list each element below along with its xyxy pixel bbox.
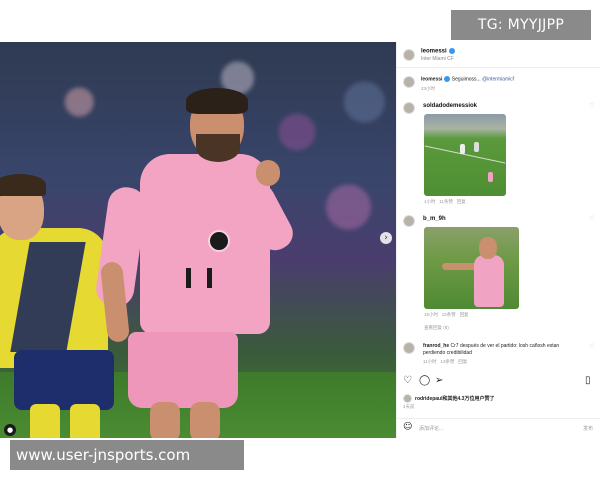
pitch-line <box>424 145 506 164</box>
send-icon[interactable]: ➢ <box>435 375 443 386</box>
post-header: leomessi Inter Miami CF <box>397 42 600 68</box>
post-time: 4天前 <box>403 404 415 409</box>
opponent-sock <box>30 404 60 438</box>
player-leg <box>190 402 220 438</box>
comment-avatar[interactable] <box>403 102 415 114</box>
comment-username[interactable]: b_m_9h <box>423 216 446 222</box>
opponent-shorts <box>14 350 114 410</box>
player-figure <box>474 142 479 152</box>
comment-text: franrod_he Cr7 después de ver el partido… <box>423 343 560 349</box>
caption-time: 23小时 <box>421 86 436 91</box>
comment-text-line2: perdiendo credibilidad <box>423 350 472 356</box>
caption-mention[interactable]: @intermiamicf <box>482 76 514 82</box>
comment-heart-icon[interactable]: ♡ <box>589 215 594 222</box>
instagram-post: › ● leomessi Inter Miami CF leomessi Seg… <box>0 42 600 438</box>
comment-meta: 1小时 11条赞 回复 <box>424 199 466 204</box>
comment-username[interactable]: franrod_he <box>423 343 449 349</box>
comment-meta: 15小时 12条赞 回复 <box>424 312 469 317</box>
caption: leomessi Seguimoss... @intermiamicf <box>421 76 514 82</box>
screenshot: TG: MYYJJPP › ● leomessi Inter Miami CF … <box>0 0 600 480</box>
opponent-hair <box>0 174 46 196</box>
pink-jersey <box>474 255 504 307</box>
reply-link[interactable]: 回复 <box>458 359 467 364</box>
player-pink-shorts <box>128 332 238 408</box>
heart-icon[interactable]: ♡ <box>403 375 412 386</box>
player-figure <box>488 172 493 182</box>
player-pointing-hand <box>256 160 280 186</box>
liked-by[interactable]: rodridepaul和其他4.3万位用户赞了 <box>415 395 494 402</box>
chevron-right-icon[interactable]: › <box>380 232 392 244</box>
caption-username[interactable]: leomessi <box>421 76 442 82</box>
caption-avatar[interactable] <box>403 76 415 88</box>
player-leg <box>150 402 180 438</box>
comment-meta: 11小时 13条赞 回复 <box>423 359 468 364</box>
action-bar: ♡ ◯ ➢ ▯ <box>397 372 600 390</box>
comment-heart-icon[interactable]: ♡ <box>589 102 594 109</box>
player-beard <box>196 134 240 162</box>
reply-link[interactable]: 回复 <box>457 199 466 204</box>
view-replies[interactable]: 查看回复 (8) <box>424 325 449 331</box>
reply-link[interactable]: 回复 <box>460 312 469 317</box>
add-comment-bar: ☺ 添加评论... 发布 <box>397 418 600 438</box>
author-avatar[interactable] <box>403 49 415 61</box>
comment-image[interactable] <box>424 227 519 309</box>
comment-avatar[interactable] <box>403 342 415 354</box>
post-location[interactable]: Inter Miami CF <box>421 56 454 62</box>
player-head <box>479 237 497 259</box>
comment-icon[interactable]: ◯ <box>419 375 430 386</box>
player-hair <box>186 88 248 114</box>
sponsor-logo <box>186 268 212 288</box>
comment-avatar[interactable] <box>403 215 415 227</box>
post-sidebar: leomessi Inter Miami CF leomessi Seguimo… <box>396 42 600 438</box>
verified-badge-icon <box>444 76 451 82</box>
author-username[interactable]: leomessi <box>421 48 455 55</box>
comment-username[interactable]: soldadodemessiok <box>423 103 477 109</box>
verified-badge-icon <box>448 48 455 54</box>
user-tag-icon[interactable]: ● <box>4 424 16 436</box>
watermark-bottom: www.user-jnsports.com <box>10 440 244 470</box>
club-crest <box>208 230 230 252</box>
emoji-icon[interactable]: ☺ <box>403 422 412 432</box>
post-comment-button[interactable]: 发布 <box>583 425 593 432</box>
comment-heart-icon[interactable]: ♡ <box>589 343 594 350</box>
opponent-sock <box>70 404 100 438</box>
comment-image[interactable] <box>424 114 506 196</box>
player-pink-jersey <box>140 154 270 334</box>
post-photo[interactable]: › ● <box>0 42 396 438</box>
player-figure <box>460 144 465 154</box>
caption-text: Seguimoss... <box>451 76 481 83</box>
watermark-top: TG: MYYJJPP <box>451 10 591 40</box>
liker-avatar[interactable] <box>403 394 412 403</box>
comment-input[interactable]: 添加评论... <box>419 425 443 432</box>
bookmark-icon[interactable]: ▯ <box>585 375 591 386</box>
